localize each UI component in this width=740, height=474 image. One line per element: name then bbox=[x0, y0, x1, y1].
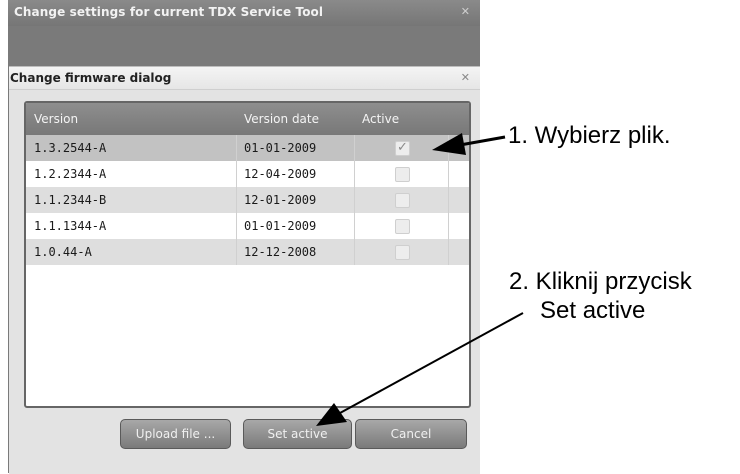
active-checkbox[interactable] bbox=[395, 219, 410, 234]
cancel-button[interactable]: Cancel bbox=[355, 419, 467, 449]
set-active-button[interactable]: Set active bbox=[243, 419, 352, 449]
column-divider bbox=[354, 135, 355, 265]
cell-version-date: 01-01-2009 bbox=[244, 141, 317, 155]
cell-version-date: 01-01-2009 bbox=[244, 219, 317, 233]
column-header-version[interactable]: Version bbox=[34, 112, 78, 126]
cell-version-date: 12-01-2009 bbox=[244, 193, 317, 207]
active-checkbox[interactable] bbox=[395, 245, 410, 260]
table-row[interactable]: 1.0.44-A 12-12-2008 bbox=[26, 239, 469, 265]
column-divider bbox=[448, 135, 449, 265]
cell-version-date: 12-04-2009 bbox=[244, 167, 317, 181]
cell-version: 1.1.2344-B bbox=[34, 193, 107, 207]
table-row[interactable]: 1.1.1344-A 01-01-2009 bbox=[26, 213, 469, 239]
column-header-active[interactable]: Active bbox=[362, 112, 399, 126]
cell-version: 1.2.2344-A bbox=[34, 167, 107, 181]
outer-close-icon[interactable]: ✕ bbox=[461, 5, 470, 18]
checkmark-icon: ✓ bbox=[397, 140, 408, 155]
table-row[interactable]: 1.1.2344-B 12-01-2009 bbox=[26, 187, 469, 213]
firmware-grid: Version Version date Active 1.3.2544-A 0… bbox=[24, 101, 471, 408]
dialog-title: Change firmware dialog bbox=[10, 71, 172, 85]
grid-header: Version Version date Active bbox=[26, 103, 469, 135]
active-checkbox[interactable] bbox=[395, 193, 410, 208]
firmware-dialog: Change firmware dialog ✕ Version Version… bbox=[9, 66, 480, 474]
active-checkbox[interactable] bbox=[395, 167, 410, 182]
column-header-version-date[interactable]: Version date bbox=[244, 112, 319, 126]
cell-version: 1.1.1344-A bbox=[34, 219, 107, 233]
cell-version: 1.3.2544-A bbox=[34, 141, 107, 155]
outer-window-titlebar: Change settings for current TDX Service … bbox=[8, 0, 480, 26]
table-row[interactable]: 1.3.2544-A 01-01-2009 ✓ bbox=[26, 135, 469, 161]
table-row[interactable]: 1.2.2344-A 12-04-2009 bbox=[26, 161, 469, 187]
upload-file-button[interactable]: Upload file ... bbox=[120, 419, 231, 449]
outer-window-title: Change settings for current TDX Service … bbox=[14, 5, 324, 19]
annotation-step-2-line-2: Set active bbox=[540, 297, 646, 324]
dialog-titlebar: Change firmware dialog ✕ bbox=[9, 67, 480, 90]
cell-version-date: 12-12-2008 bbox=[244, 245, 317, 259]
annotation-step-1: 1. Wybierz plik. bbox=[508, 122, 671, 149]
active-checkbox[interactable]: ✓ bbox=[395, 140, 410, 156]
dialog-close-icon[interactable]: ✕ bbox=[461, 71, 470, 84]
annotation-step-2-line-1: 2. Kliknij przycisk bbox=[509, 268, 692, 295]
cell-version: 1.0.44-A bbox=[34, 245, 92, 259]
column-divider bbox=[236, 135, 237, 265]
